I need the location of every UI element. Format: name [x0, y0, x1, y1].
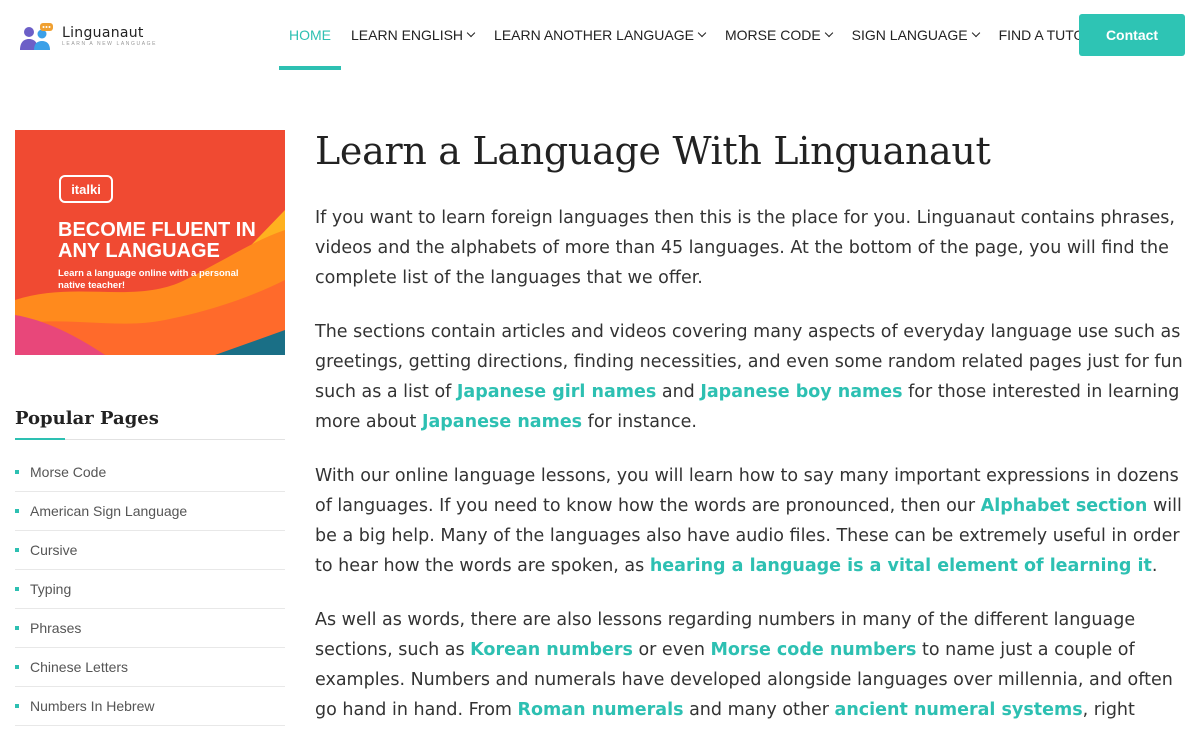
- paragraph-text: .: [1151, 556, 1158, 576]
- popular-page-link[interactable]: Cursive: [15, 531, 285, 570]
- bullet-icon: [15, 626, 19, 630]
- bullet-icon: [15, 665, 19, 669]
- logo-people-icon: [18, 23, 54, 51]
- nav-label: SIGN LANGUAGE: [851, 27, 968, 43]
- paragraph-text: and many other: [683, 700, 835, 720]
- ad-subtext: Learn a language online with a personal …: [58, 268, 239, 291]
- japanese-boy-names-link[interactable]: Japanese boy names: [700, 382, 902, 402]
- logo-name: Linguanaut: [62, 25, 144, 41]
- nav-learn-another-language[interactable]: LEARN ANOTHER LANGUAGE: [484, 0, 715, 70]
- popular-pages-title: Popular Pages: [15, 408, 285, 440]
- roman-numerals-link[interactable]: Roman numerals: [518, 700, 684, 720]
- italki-logo: italki: [59, 175, 113, 203]
- logo-tagline: LEARN A NEW LANGUAGE: [62, 41, 158, 47]
- bullet-icon: [15, 470, 19, 474]
- nav-learn-english[interactable]: LEARN ENGLISH: [341, 0, 484, 70]
- alphabet-section-link[interactable]: Alphabet section: [981, 496, 1148, 516]
- popular-page-label: American Sign Language: [30, 503, 188, 519]
- popular-page-link[interactable]: Phrases: [15, 609, 285, 648]
- lessons-paragraph: With our online language lessons, you wi…: [315, 461, 1185, 581]
- popular-page-label: Morse Code: [30, 464, 107, 480]
- chevron-down-icon: [466, 28, 476, 38]
- nav-morse-code[interactable]: MORSE CODE: [715, 0, 842, 70]
- bullet-icon: [15, 587, 19, 591]
- italki-ad-banner[interactable]: italki BECOME FLUENT IN ANY LANGUAGE Lea…: [15, 130, 285, 355]
- japanese-names-link[interactable]: Japanese names: [422, 412, 582, 432]
- popular-page-link[interactable]: Chinese Letters: [15, 648, 285, 687]
- popular-page-label: Numbers In Hebrew: [30, 698, 155, 714]
- popular-page-link[interactable]: Morse Code: [15, 453, 285, 492]
- popular-page-label: Typing: [30, 581, 72, 597]
- popular-page-link[interactable]: Typing: [15, 570, 285, 609]
- paragraph-text: , right: [1082, 700, 1135, 720]
- bullet-icon: [15, 509, 19, 513]
- paragraph-text: and: [656, 382, 701, 402]
- chevron-down-icon: [824, 28, 833, 38]
- paragraph-text: for instance.: [582, 412, 697, 432]
- chevron-down-icon: [971, 28, 980, 38]
- nav-label: MORSE CODE: [724, 27, 821, 43]
- nav-label: LEARN ANOTHER LANGUAGE: [494, 27, 694, 43]
- intro-paragraph: If you want to learn foreign languages t…: [315, 208, 1175, 288]
- japanese-girl-names-link[interactable]: Japanese girl names: [457, 382, 656, 402]
- nav-home[interactable]: HOME: [279, 0, 341, 70]
- korean-numbers-link[interactable]: Korean numbers: [470, 640, 633, 660]
- popular-page-link[interactable]: Numbers In Hebrew: [15, 687, 285, 726]
- popular-page-label: Chinese Letters: [30, 659, 129, 675]
- nav-label: LEARN ENGLISH: [351, 27, 464, 43]
- popular-pages-list: Morse Code American Sign Language Cursiv…: [15, 453, 285, 726]
- numbers-paragraph: As well as words, there are also lessons…: [315, 605, 1185, 725]
- hearing-language-link[interactable]: hearing a language is a vital element of…: [650, 556, 1152, 576]
- chevron-down-icon: [697, 28, 707, 38]
- page-title: Learn a Language With Linguanaut: [315, 129, 991, 173]
- bullet-icon: [15, 548, 19, 552]
- site-logo[interactable]: Linguanaut LEARN A NEW LANGUAGE: [18, 22, 158, 52]
- bullet-icon: [15, 704, 19, 708]
- popular-page-label: Phrases: [30, 620, 82, 636]
- paragraph-text: or even: [632, 640, 711, 660]
- ad-headline: BECOME FLUENT IN ANY LANGUAGE: [58, 219, 256, 262]
- morse-code-numbers-link[interactable]: Morse code numbers: [710, 640, 916, 660]
- popular-page-link[interactable]: American Sign Language: [15, 492, 285, 531]
- nav-sign-language[interactable]: SIGN LANGUAGE: [842, 0, 989, 70]
- sections-paragraph: The sections contain articles and videos…: [315, 317, 1185, 437]
- main-nav: HOME LEARN ENGLISH LEARN ANOTHER LANGUAG…: [279, 0, 1105, 70]
- main-content: Learn a Language With Linguanaut If you …: [315, 128, 1185, 725]
- popular-page-label: Cursive: [30, 542, 78, 558]
- ancient-numeral-systems-link[interactable]: ancient numeral systems: [835, 700, 1083, 720]
- site-header: Linguanaut LEARN A NEW LANGUAGE HOME LEA…: [0, 0, 1200, 72]
- sidebar: italki BECOME FLUENT IN ANY LANGUAGE Lea…: [15, 130, 285, 726]
- contact-button[interactable]: Contact: [1079, 14, 1185, 56]
- nav-label: HOME: [289, 27, 331, 43]
